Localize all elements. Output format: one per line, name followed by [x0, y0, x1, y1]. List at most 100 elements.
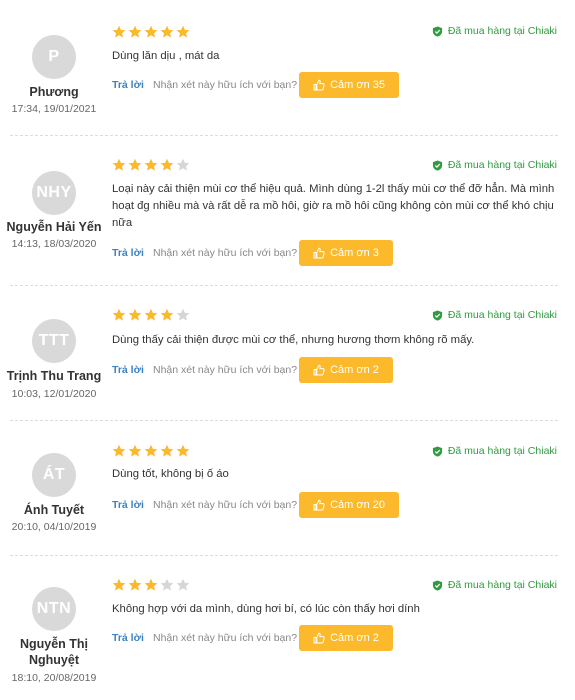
helpful-question: Nhận xét này hữu ích với bạn?	[152, 632, 298, 644]
thumbs-up-icon	[313, 247, 325, 259]
verified-label: Đã mua hàng tại Chiaki	[447, 309, 557, 321]
star-filled-icon	[112, 444, 126, 457]
thumbs-up-icon	[313, 499, 325, 511]
check-shield-icon	[432, 309, 442, 321]
review-text: Dùng lăn dịu , mát da	[112, 50, 220, 62]
star-filled-icon	[144, 308, 158, 321]
star-filled-icon	[176, 444, 190, 457]
reviewer-name: Ánh Tuyết	[0, 502, 108, 518]
star-filled-icon	[112, 308, 126, 321]
verified-purchase-badge: Đã mua hàng tại Chiaki	[432, 25, 557, 37]
star-rating	[112, 444, 190, 458]
review-text: Loại này cải thiện mùi cơ thể hiệu quả. …	[112, 183, 555, 229]
helpful-question: Nhận xét này hữu ích với bạn?	[152, 499, 298, 511]
star-rating	[112, 158, 190, 172]
avatar: NHY	[32, 171, 76, 215]
thanks-button[interactable]: Cảm ơn 2	[299, 625, 393, 651]
review-divider	[10, 135, 558, 136]
review-divider	[10, 555, 558, 556]
review-divider	[10, 420, 558, 421]
reviewer-name-line: Nguyễn Hải Yến	[6, 220, 102, 234]
review-date: 17:34, 19/01/2021	[11, 103, 97, 115]
star-filled-icon	[128, 578, 142, 591]
helpful-question: Nhận xét này hữu ích với bạn?	[152, 79, 298, 91]
thanks-label: Cảm ơn 20	[330, 499, 385, 511]
verified-label: Đã mua hàng tại Chiaki	[447, 579, 557, 591]
check-shield-icon	[432, 25, 442, 37]
thanks-label: Cảm ơn 35	[330, 79, 385, 91]
review-date: 18:10, 20/08/2019	[11, 672, 97, 684]
star-filled-icon	[112, 578, 126, 591]
reply-link[interactable]: Trả lời	[112, 499, 144, 511]
review-date: 14:13, 18/03/2020	[11, 238, 97, 250]
helpful-question: Nhận xét này hữu ích với bạn?	[152, 364, 298, 376]
verified-label: Đã mua hàng tại Chiaki	[447, 25, 557, 37]
star-empty-icon	[160, 578, 174, 591]
verified-purchase-badge: Đã mua hàng tại Chiaki	[432, 445, 557, 457]
thanks-label: Cảm ơn 2	[330, 364, 379, 376]
check-shield-icon	[432, 579, 442, 591]
reviewer-name-line: Trịnh Thu Trang	[6, 369, 102, 383]
review-actions: Trả lời Nhận xét này hữu ích với bạn? Cả…	[112, 492, 399, 518]
review-text: Dùng thấy cải thiện được mùi cơ thể, như…	[112, 334, 475, 346]
star-filled-icon	[160, 308, 174, 321]
star-rating	[112, 578, 190, 592]
star-filled-icon	[160, 158, 174, 171]
reviewer-name-line: Phương	[29, 85, 79, 99]
reviewer-name: Trịnh Thu Trang	[0, 368, 108, 384]
review-actions: Trả lời Nhận xét này hữu ích với bạn? Cả…	[112, 72, 399, 98]
verified-label: Đã mua hàng tại Chiaki	[447, 159, 557, 171]
check-shield-icon	[432, 159, 442, 171]
review-date: 10:03, 12/01/2020	[11, 388, 97, 400]
star-filled-icon	[128, 25, 142, 38]
review-text: Không hợp với da mình, dùng hơi bí, có l…	[112, 603, 420, 615]
thumbs-up-icon	[313, 632, 325, 644]
thanks-button[interactable]: Cảm ơn 3	[299, 240, 393, 266]
thumbs-up-icon	[313, 79, 325, 91]
reply-link[interactable]: Trả lời	[112, 632, 144, 644]
star-rating	[112, 25, 190, 39]
review-actions: Trả lời Nhận xét này hữu ích với bạn? Cả…	[112, 240, 393, 266]
reply-link[interactable]: Trả lời	[112, 364, 144, 376]
star-filled-icon	[128, 308, 142, 321]
reviewer-name: Nguyễn Hải Yến	[0, 219, 108, 235]
star-filled-icon	[144, 444, 158, 457]
review-text: Dùng tốt, không bị ố áo	[112, 468, 229, 480]
reviewer-name-line: Ánh Tuyết	[23, 503, 85, 517]
star-filled-icon	[144, 578, 158, 591]
star-filled-icon	[128, 158, 142, 171]
avatar: ÁT	[32, 453, 76, 497]
review-actions: Trả lời Nhận xét này hữu ích với bạn? Cả…	[112, 625, 393, 651]
thanks-label: Cảm ơn 3	[330, 247, 379, 259]
star-empty-icon	[176, 308, 190, 321]
avatar: TTT	[32, 319, 76, 363]
star-filled-icon	[112, 158, 126, 171]
helpful-question: Nhận xét này hữu ích với bạn?	[152, 247, 298, 259]
reviewer-name-line: Nguyễn Thị	[19, 637, 89, 651]
star-empty-icon	[176, 158, 190, 171]
star-rating	[112, 308, 190, 322]
star-filled-icon	[128, 444, 142, 457]
review-divider	[10, 285, 558, 286]
thanks-button[interactable]: Cảm ơn 20	[299, 492, 399, 518]
verified-purchase-badge: Đã mua hàng tại Chiaki	[432, 309, 557, 321]
avatar: P	[32, 35, 76, 79]
thanks-button[interactable]: Cảm ơn 35	[299, 72, 399, 98]
star-filled-icon	[144, 25, 158, 38]
star-filled-icon	[160, 25, 174, 38]
reply-link[interactable]: Trả lời	[112, 79, 144, 91]
star-filled-icon	[160, 444, 174, 457]
verified-purchase-badge: Đã mua hàng tại Chiaki	[432, 159, 557, 171]
avatar: NTN	[32, 587, 76, 631]
reply-link[interactable]: Trả lời	[112, 247, 144, 259]
review-date: 20:10, 04/10/2019	[11, 521, 97, 533]
reviewer-name-line: Nghuyệt	[29, 653, 79, 667]
verified-purchase-badge: Đã mua hàng tại Chiaki	[432, 579, 557, 591]
thanks-button[interactable]: Cảm ơn 2	[299, 357, 393, 383]
thumbs-up-icon	[313, 364, 325, 376]
star-filled-icon	[176, 25, 190, 38]
star-filled-icon	[112, 25, 126, 38]
star-filled-icon	[144, 158, 158, 171]
star-empty-icon	[176, 578, 190, 591]
reviewer-name: Phương	[0, 84, 108, 100]
